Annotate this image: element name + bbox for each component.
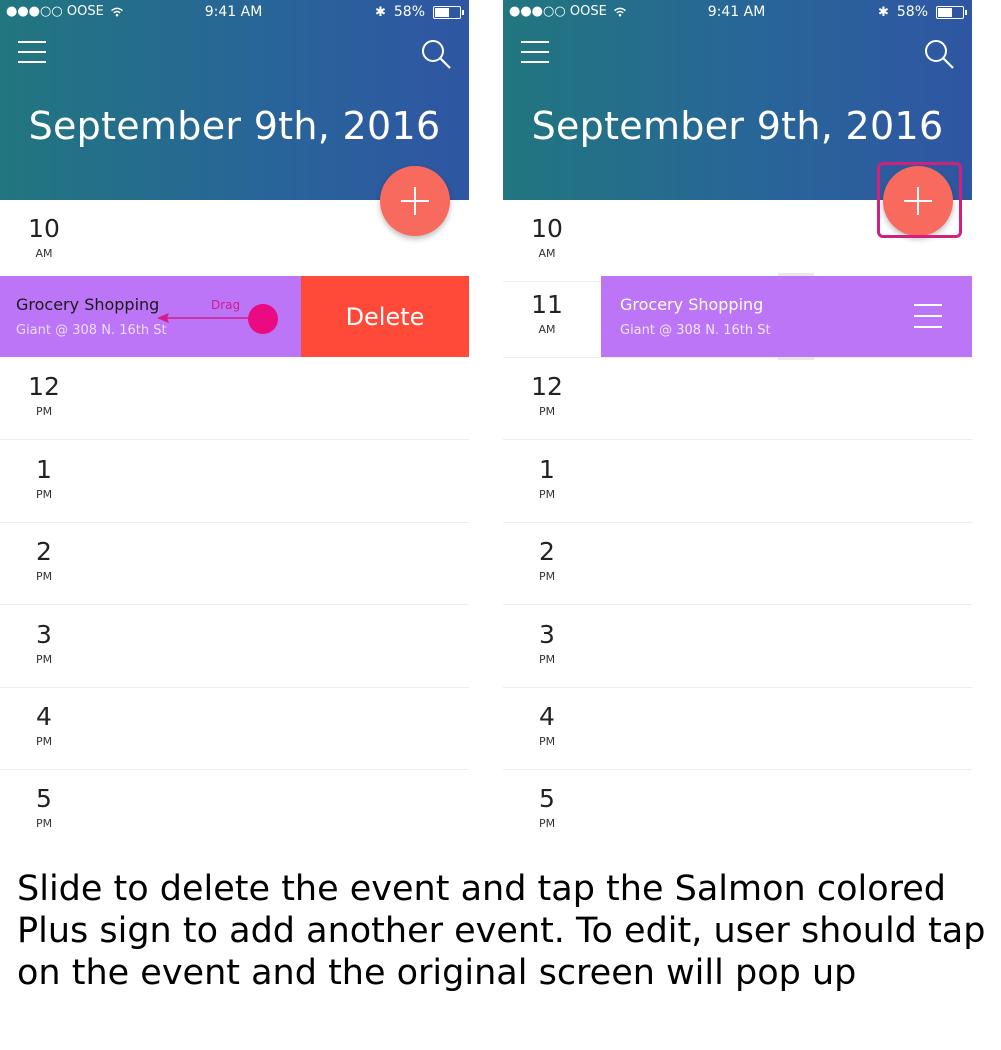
delete-button[interactable]: Delete <box>301 276 469 357</box>
hour-ampm: PM <box>35 735 53 748</box>
battery-icon <box>433 5 464 19</box>
search-icon[interactable] <box>420 38 452 70</box>
hour-slot-1pm[interactable]: 1 PM <box>0 441 469 523</box>
hour-number: 5 <box>539 784 555 813</box>
highlight-box <box>877 162 962 238</box>
page-title: September 9th, 2016 <box>28 104 441 148</box>
hamburger-menu-icon[interactable] <box>18 41 46 63</box>
wifi-icon <box>110 7 123 16</box>
reorder-handle-icon[interactable] <box>914 304 942 328</box>
bluetooth-icon: ✱ <box>877 4 889 20</box>
hour-slot-12pm[interactable]: 12 PM <box>0 358 469 440</box>
hour-slot-1pm[interactable]: 1 PM <box>503 441 972 523</box>
hour-number: 2 <box>539 537 555 566</box>
plus-icon <box>401 187 429 215</box>
hour-number: 5 <box>36 784 52 813</box>
resize-handle-top[interactable] <box>778 273 814 276</box>
hour-number: 10 <box>28 214 60 243</box>
status-bar: ●●●○○ OOSE 9:41 AM ✱ 58% <box>6 4 464 22</box>
event-title: Grocery Shopping <box>16 295 160 314</box>
hour-ampm: PM <box>538 653 556 666</box>
battery-level <box>435 7 449 17</box>
hour-slot-5pm[interactable]: 5 PM <box>503 770 972 845</box>
event-title: Grocery Shopping <box>620 295 764 314</box>
status-right: ✱ 58% <box>877 4 967 20</box>
drag-label: Drag <box>211 298 241 312</box>
hour-slot-3pm[interactable]: 3 PM <box>503 606 972 688</box>
hamburger-menu-icon[interactable] <box>521 41 549 63</box>
hour-slot-4pm[interactable]: 4 PM <box>0 688 469 770</box>
event-location: Giant @ 308 N. 16th St <box>620 323 771 338</box>
hour-number: 4 <box>36 702 52 731</box>
battery-percent: 58% <box>393 4 425 20</box>
wifi-icon <box>613 7 626 16</box>
hour-number: 12 <box>531 372 563 401</box>
hour-slot-5pm[interactable]: 5 PM <box>0 770 469 845</box>
hour-slot-12pm[interactable]: 12 PM <box>503 358 972 440</box>
hour-number: 4 <box>539 702 555 731</box>
hour-number: 10 <box>531 214 563 243</box>
hour-number: 1 <box>539 455 555 484</box>
add-event-button[interactable] <box>380 166 450 236</box>
caption-text: Slide to delete the event and tap the Sa… <box>17 869 986 993</box>
event-card[interactable]: Grocery Shopping Giant @ 308 N. 16th St <box>601 273 972 360</box>
phone-screen-left: ●●●○○ OOSE 9:41 AM ✱ 58% September 9th, … <box>0 0 469 845</box>
event-location: Giant @ 308 N. 16th St <box>16 323 167 338</box>
hour-number: 3 <box>539 620 555 649</box>
hour-number: 3 <box>36 620 52 649</box>
hour-number: 2 <box>36 537 52 566</box>
hour-ampm: PM <box>538 735 556 748</box>
hour-ampm: PM <box>35 488 53 501</box>
hour-ampm: PM <box>538 405 556 418</box>
hour-ampm: AM <box>538 247 556 260</box>
battery-icon <box>936 5 967 19</box>
carrier: ●●●○○ OOSE <box>509 4 627 19</box>
battery-level <box>938 7 952 17</box>
search-icon[interactable] <box>923 38 955 70</box>
hour-slot-3pm[interactable]: 3 PM <box>0 606 469 688</box>
status-right: ✱ 58% <box>374 4 464 20</box>
hour-slot-2pm[interactable]: 2 PM <box>0 523 469 605</box>
hour-ampm: PM <box>35 570 53 583</box>
status-time: 9:41 AM <box>204 4 263 20</box>
carrier-label: ●●●○○ OOSE <box>6 4 104 19</box>
hour-ampm: PM <box>538 817 556 830</box>
phone-screen-right: ●●●○○ OOSE 9:41 AM ✱ 58% September 9th, … <box>503 0 972 845</box>
hour-number: 11 <box>531 290 563 319</box>
status-bar: ●●●○○ OOSE 9:41 AM ✱ 58% <box>509 4 967 22</box>
battery-percent: 58% <box>896 4 928 20</box>
hour-ampm: PM <box>538 570 556 583</box>
hour-slot-4pm[interactable]: 4 PM <box>503 688 972 770</box>
carrier-label: ●●●○○ OOSE <box>509 4 607 19</box>
drag-handle[interactable] <box>248 304 278 334</box>
hour-ampm: PM <box>35 817 53 830</box>
bluetooth-icon: ✱ <box>374 4 386 20</box>
hour-ampm: PM <box>35 405 53 418</box>
hour-ampm: PM <box>35 653 53 666</box>
hour-ampm: AM <box>538 323 556 336</box>
page-title: September 9th, 2016 <box>531 104 944 148</box>
carrier: ●●●○○ OOSE <box>6 4 124 19</box>
status-time: 9:41 AM <box>707 4 766 20</box>
hour-ampm: PM <box>538 488 556 501</box>
hour-slot-2pm[interactable]: 2 PM <box>503 523 972 605</box>
hour-ampm: AM <box>35 247 53 260</box>
hour-number: 12 <box>28 372 60 401</box>
hour-number: 1 <box>36 455 52 484</box>
